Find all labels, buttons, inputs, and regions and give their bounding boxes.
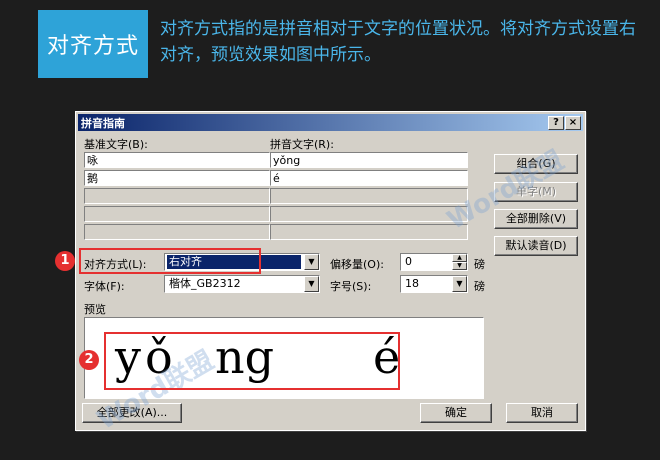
dialog-title: 拼音指南 xyxy=(81,117,125,130)
ruby-text-header: 拼音文字(R): xyxy=(270,138,334,151)
banner-tag: 对齐方式 xyxy=(38,10,148,78)
offset-stepper[interactable]: 0 ▲ ▼ xyxy=(400,253,468,271)
cancel-button[interactable]: 取消 xyxy=(506,403,578,423)
chevron-down-icon[interactable]: ▼ xyxy=(304,276,319,292)
highlight-preview xyxy=(104,332,400,390)
base-text-cell-4 xyxy=(84,206,270,222)
ruby-text-cell-2[interactable]: é xyxy=(270,170,468,186)
dialog-titlebar[interactable]: 拼音指南 ? × xyxy=(78,114,583,131)
change-all-button[interactable]: 全部更改(A)... xyxy=(82,403,182,423)
combine-button[interactable]: 组合(G) xyxy=(494,154,578,174)
base-text-cell-5 xyxy=(84,224,270,240)
size-select[interactable]: 18 ▼ xyxy=(400,275,468,293)
default-reading-button[interactable]: 默认读音(D) xyxy=(494,236,578,256)
marker-1: 1 xyxy=(55,251,75,271)
marker-2: 2 xyxy=(79,350,99,370)
ruby-text-cell-3 xyxy=(270,188,468,204)
ruby-text-cell-1[interactable]: yǒng xyxy=(270,152,468,168)
spin-down-icon[interactable]: ▼ xyxy=(452,262,467,270)
base-text-cell-1[interactable]: 咏 xyxy=(84,152,270,168)
ruby-text-cell-4 xyxy=(270,206,468,222)
close-button[interactable]: × xyxy=(565,116,581,130)
spin-buttons[interactable]: ▲ ▼ xyxy=(452,254,467,270)
base-text-cell-2[interactable]: 鹅 xyxy=(84,170,270,186)
preview-label: 预览 xyxy=(84,303,106,316)
ruby-text-cell-5 xyxy=(270,224,468,240)
size-label: 字号(S): xyxy=(330,280,372,293)
ok-button[interactable]: 确定 xyxy=(420,403,492,423)
size-value: 18 xyxy=(405,277,419,290)
base-text-cell-3 xyxy=(84,188,270,204)
offset-unit: 磅 xyxy=(474,258,485,271)
font-value: 楷体_GB2312 xyxy=(169,277,241,290)
help-button[interactable]: ? xyxy=(548,116,564,130)
chevron-down-icon[interactable]: ▼ xyxy=(452,276,467,292)
font-label: 字体(F): xyxy=(84,280,125,293)
base-text-header: 基准文字(B): xyxy=(84,138,148,151)
spin-up-icon[interactable]: ▲ xyxy=(452,254,467,262)
clear-all-button[interactable]: 全部删除(V) xyxy=(494,209,578,229)
font-select[interactable]: 楷体_GB2312 ▼ xyxy=(164,275,320,293)
offset-value: 0 xyxy=(405,255,412,268)
banner-description: 对齐方式指的是拼音相对于文字的位置状况。将对齐方式设置右对齐，预览效果如图中所示… xyxy=(160,19,636,65)
single-char-button[interactable]: 单字(M) xyxy=(494,182,578,202)
chevron-down-icon[interactable]: ▼ xyxy=(304,254,319,270)
highlight-alignment xyxy=(79,248,261,274)
size-unit: 磅 xyxy=(474,280,485,293)
offset-label: 偏移量(O): xyxy=(330,258,384,271)
